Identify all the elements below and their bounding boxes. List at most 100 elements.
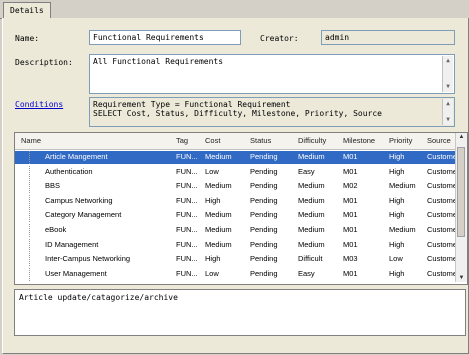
table-row[interactable]: User Management FUN... Low Pending Easy M01 Hi…: [15, 267, 460, 281]
scroll-up-icon[interactable]: ▲: [456, 134, 467, 140]
cell-tag: FUN...: [176, 181, 198, 191]
cell-priority: Low: [389, 254, 403, 264]
creator-label: Creator:: [260, 34, 299, 43]
cell-name: Article Mangement: [45, 152, 108, 161]
cell-cost: Medium: [205, 210, 232, 220]
table-row[interactable]: eBook FUN... Medium Pending Medium M01 Medium C…: [15, 224, 460, 237]
cell-name: Authentication: [45, 166, 93, 176]
cell-difficulty: Easy: [298, 166, 315, 176]
cell-priority: High: [389, 195, 405, 205]
scroll-up-icon[interactable]: ▲: [443, 56, 453, 66]
cell-tag: FUN...: [176, 254, 198, 264]
table-row[interactable]: Authentication FUN... Low Pending Easy M01 Hig…: [15, 165, 460, 179]
tree-line: [29, 253, 40, 267]
conditions-box: Requirement Type = Functional Requiremen…: [89, 97, 455, 127]
cell-difficulty: Medium: [298, 195, 325, 205]
column-header-cost[interactable]: Cost: [205, 136, 220, 145]
requirement-notes-text: Article update/catagorize/archive: [19, 293, 178, 302]
cell-tag: FUN...: [176, 239, 198, 249]
cell-difficulty: Medium: [298, 225, 325, 234]
cell-status: Pending: [250, 268, 278, 278]
column-header-priority[interactable]: Priority: [389, 136, 412, 145]
cell-status: Pending: [250, 225, 278, 234]
column-header-name[interactable]: Name: [21, 136, 41, 145]
grid-header: Name Tag Cost Status Difficulty Mileston…: [15, 133, 455, 150]
cell-name: Inter-Campus Networking: [45, 254, 131, 264]
tree-line: [29, 151, 40, 164]
cell-milestone: M01: [343, 152, 358, 161]
table-row[interactable]: ID Management FUN... Medium Pending Medium M0…: [15, 238, 460, 252]
conditions-line-2: SELECT Cost, Status, Difficulty, Milesto…: [93, 109, 382, 118]
cell-milestone: M03: [343, 254, 358, 264]
tab-strip: Details: [0, 0, 469, 19]
details-window: Details Name: Functional Requirements Cr…: [0, 0, 469, 355]
cell-difficulty: Medium: [298, 239, 325, 249]
cell-name: ID Management: [45, 239, 99, 249]
column-header-milestone[interactable]: Milestone: [343, 136, 375, 145]
table-row[interactable]: Article Mangement FUN... Medium Pending Medi…: [15, 151, 460, 164]
cell-cost: Low: [205, 166, 219, 176]
column-header-status[interactable]: Status: [250, 136, 271, 145]
tab-details[interactable]: Details: [3, 2, 51, 19]
cell-status: Pending: [250, 152, 278, 161]
cell-name: Campus Networking: [45, 195, 113, 205]
table-row[interactable]: Campus Networking FUN... High Pending Medium…: [15, 194, 460, 208]
cell-status: Pending: [250, 239, 278, 249]
cell-tag: FUN...: [176, 195, 198, 205]
cell-status: Pending: [250, 181, 278, 191]
name-label: Name:: [15, 34, 40, 43]
table-row[interactable]: Category Management FUN... Medium Pending Me…: [15, 209, 460, 223]
cell-cost: Low: [205, 268, 219, 278]
cell-tag: FUN...: [176, 152, 198, 161]
scroll-down-icon[interactable]: ▼: [456, 275, 467, 281]
cell-status: Pending: [250, 210, 278, 220]
cell-tag: FUN...: [176, 268, 198, 278]
cell-milestone: M01: [343, 195, 358, 205]
conditions-scrollbar[interactable]: ▲ ▼: [442, 99, 453, 125]
cell-name: eBook: [45, 225, 67, 234]
cell-priority: Medium: [389, 225, 416, 234]
tree-line: [29, 238, 40, 252]
grid-scrollbar[interactable]: ▲ ▼: [455, 133, 467, 282]
tree-line: [29, 180, 40, 194]
creator-field: admin: [321, 30, 455, 45]
table-row[interactable]: Inter-Campus Networking FUN... High Pending…: [15, 253, 460, 267]
cell-tag: FUN...: [176, 166, 198, 176]
name-input[interactable]: Functional Requirements: [89, 30, 241, 45]
cell-difficulty: Easy: [298, 268, 315, 278]
column-header-tag[interactable]: Tag: [176, 136, 188, 145]
cell-milestone: M01: [343, 239, 358, 249]
tree-line: [29, 267, 40, 281]
cell-cost: Medium: [205, 225, 232, 234]
cell-cost: Medium: [205, 181, 232, 191]
cell-priority: High: [389, 152, 405, 161]
cell-cost: High: [205, 254, 221, 264]
description-input[interactable]: All Functional Requirements ▲ ▼: [89, 54, 455, 94]
conditions-link[interactable]: Conditions: [15, 100, 63, 109]
requirements-grid[interactable]: Name Tag Cost Status Difficulty Mileston…: [14, 132, 468, 285]
cell-priority: High: [389, 268, 405, 278]
scroll-down-icon[interactable]: ▼: [443, 115, 453, 125]
cell-milestone: M01: [343, 268, 358, 278]
description-label: Description:: [15, 58, 73, 67]
scroll-down-icon[interactable]: ▼: [443, 82, 453, 92]
description-text: All Functional Requirements: [93, 57, 224, 66]
cell-name: BBS: [45, 181, 61, 191]
scroll-thumb[interactable]: [457, 147, 465, 237]
cell-status: Pending: [250, 254, 278, 264]
column-header-source[interactable]: Source: [427, 136, 451, 145]
cell-cost: High: [205, 195, 221, 205]
column-header-difficulty[interactable]: Difficulty: [298, 136, 326, 145]
cell-milestone: M01: [343, 210, 358, 220]
cell-tag: FUN...: [176, 210, 198, 220]
scroll-up-icon[interactable]: ▲: [443, 99, 453, 109]
cell-milestone: M01: [343, 225, 358, 234]
description-scrollbar[interactable]: ▲ ▼: [442, 56, 453, 92]
tree-line: [29, 165, 40, 179]
cell-difficulty: Medium: [298, 152, 325, 161]
cell-cost: Medium: [205, 239, 232, 249]
cell-name: User Management: [45, 268, 107, 278]
cell-name: Category Management: [45, 210, 122, 220]
table-row[interactable]: BBS FUN... Medium Pending Medium M02 Medium Cus…: [15, 180, 460, 194]
requirement-notes[interactable]: Article update/catagorize/archive: [14, 289, 466, 336]
